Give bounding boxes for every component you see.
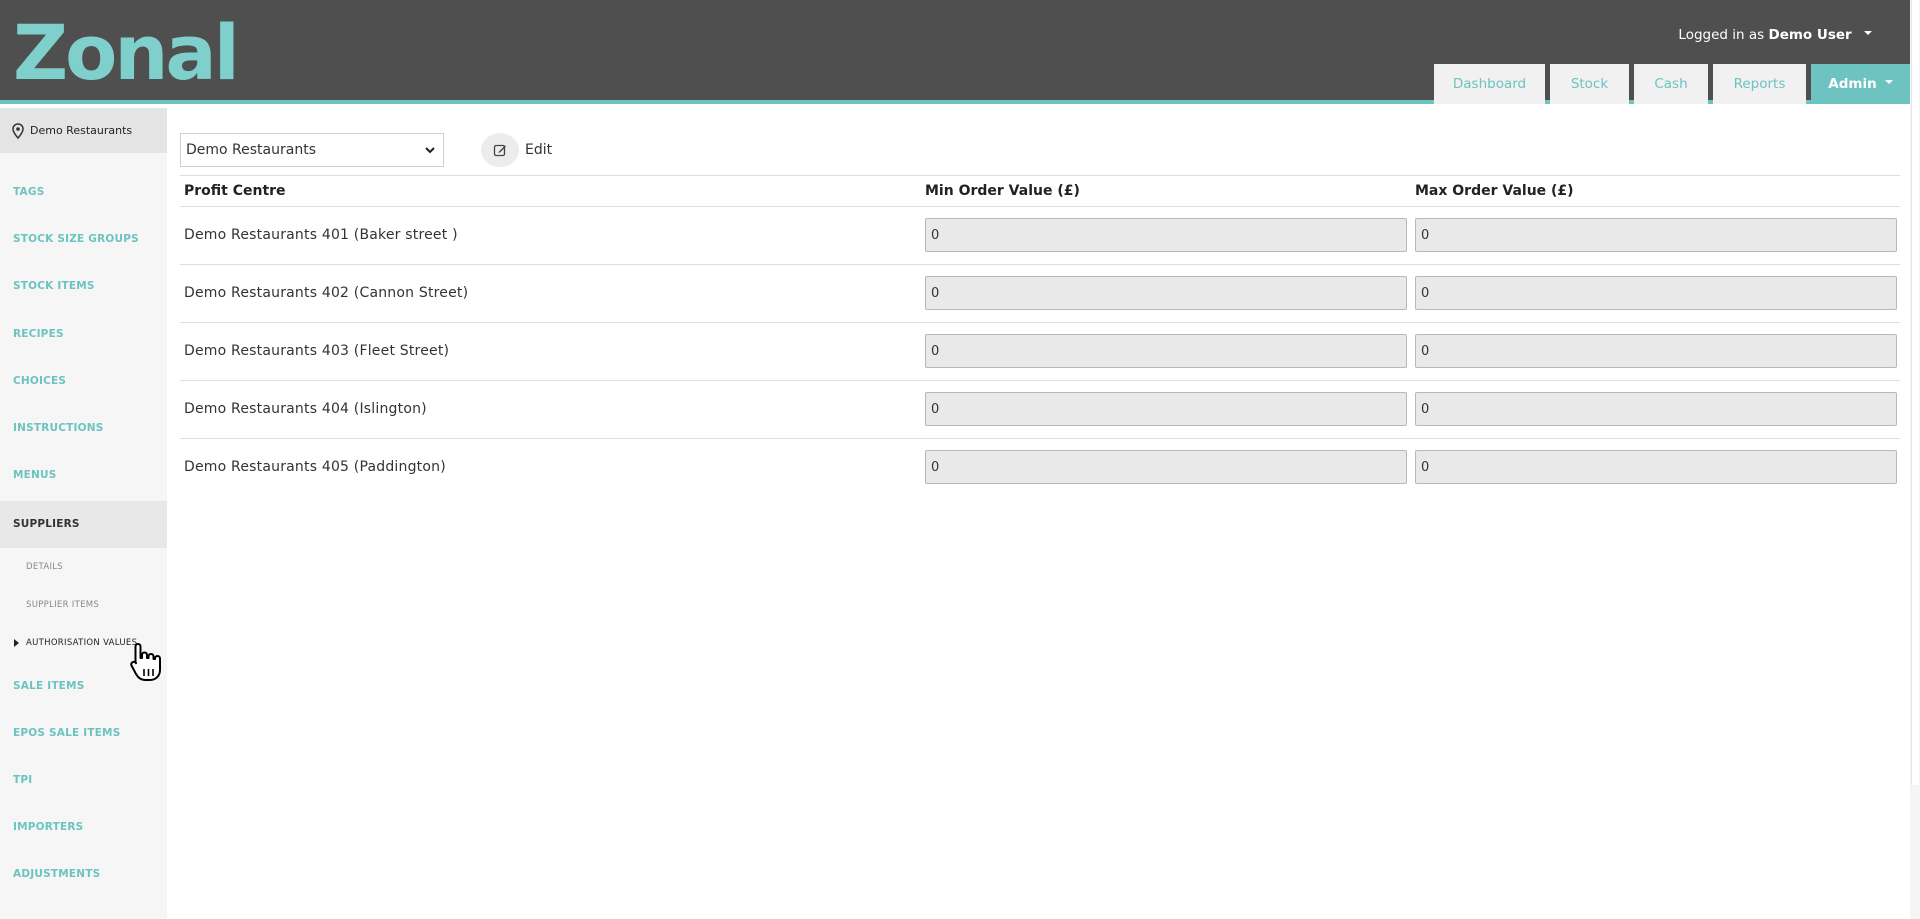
edit-icon: [481, 133, 519, 167]
max-order-input[interactable]: 0: [1415, 392, 1897, 426]
sidebar-item-menus[interactable]: MENUS: [0, 469, 167, 481]
sidebar-subitem-details[interactable]: DETAILS: [0, 562, 167, 572]
sidebar-item-recipes[interactable]: RECIPES: [0, 328, 167, 340]
sidebar-item-instructions[interactable]: INSTRUCTIONS: [0, 422, 167, 434]
table-row: Demo Restaurants 401 (Baker street ) 0 0: [180, 207, 1900, 265]
min-order-input[interactable]: 0: [925, 334, 1407, 368]
profit-centre-name: Demo Restaurants 402 (Cannon Street): [184, 285, 469, 301]
nav-admin[interactable]: Admin: [1811, 64, 1910, 104]
min-order-input[interactable]: 0: [925, 276, 1407, 310]
sidebar-item-tpi[interactable]: TPI: [0, 774, 167, 786]
nav-admin-label: Admin: [1828, 76, 1877, 92]
sidebar-item-adjustments[interactable]: ADJUSTMENTS: [0, 868, 167, 880]
user-prefix: Logged in as: [1678, 27, 1765, 43]
nav-reports[interactable]: Reports: [1713, 64, 1806, 104]
sidebar-item-epos-sale-items[interactable]: EPOS SALE ITEMS: [0, 727, 167, 739]
chevron-down-icon: [1884, 80, 1893, 84]
table-row: Demo Restaurants 402 (Cannon Street) 0 0: [180, 265, 1900, 323]
profit-centre-name: Demo Restaurants 403 (Fleet Street): [184, 343, 450, 359]
location-name: Demo Restaurants: [30, 124, 133, 137]
chevron-down-icon: [1864, 31, 1872, 35]
max-order-input[interactable]: 0: [1415, 334, 1897, 368]
sidebar-item-stock-items[interactable]: STOCK ITEMS: [0, 280, 167, 292]
max-order-input[interactable]: 0: [1415, 450, 1897, 484]
zonal-logo[interactable]: Zonal: [13, 15, 240, 91]
sidebar-item-choices[interactable]: CHOICES: [0, 375, 167, 387]
header-min-order-value: Min Order Value (£): [925, 183, 1080, 199]
sidebar-item-importers[interactable]: IMPORTERS: [0, 821, 167, 833]
page-scrollbar[interactable]: [1910, 0, 1920, 919]
min-order-input[interactable]: 0: [925, 450, 1407, 484]
sidebar-subitem-supplier-items[interactable]: SUPPLIER ITEMS: [0, 600, 167, 610]
scrollbar-thumb[interactable]: [1911, 0, 1919, 785]
user-menu[interactable]: Logged in as Demo User: [1678, 27, 1872, 43]
site-select[interactable]: Demo Restaurants: [180, 133, 444, 167]
table-row: Demo Restaurants 404 (Islington) 0 0: [180, 381, 1900, 439]
table-header: Profit Centre Min Order Value (£) Max Or…: [180, 175, 1900, 207]
header-profit-centre: Profit Centre: [184, 183, 286, 199]
header-max-order-value: Max Order Value (£): [1415, 183, 1574, 199]
hand-cursor-icon: [130, 643, 161, 681]
authorisation-table: Profit Centre Min Order Value (£) Max Or…: [180, 175, 1900, 497]
sidebar-item-suppliers[interactable]: SUPPLIERS: [0, 501, 167, 548]
profit-centre-name: Demo Restaurants 405 (Paddington): [184, 459, 446, 475]
sidebar-item-stock-size-groups[interactable]: STOCK SIZE GROUPS: [0, 233, 167, 245]
site-select-value: Demo Restaurants: [186, 142, 316, 158]
nav-stock[interactable]: Stock: [1550, 64, 1629, 104]
user-name: Demo User: [1768, 27, 1852, 43]
nav-dashboard[interactable]: Dashboard: [1434, 64, 1545, 104]
max-order-input[interactable]: 0: [1415, 276, 1897, 310]
max-order-input[interactable]: 0: [1415, 218, 1897, 252]
nav-cash[interactable]: Cash: [1634, 64, 1708, 104]
main-nav: Dashboard Stock Cash Reports Admin: [1434, 64, 1910, 104]
min-order-input[interactable]: 0: [925, 218, 1407, 252]
location-pin-icon: [12, 122, 24, 139]
table-row: Demo Restaurants 405 (Paddington) 0 0: [180, 439, 1900, 497]
chevron-down-icon: [425, 147, 435, 154]
sidebar-item-tags[interactable]: TAGS: [0, 186, 167, 198]
profit-centre-name: Demo Restaurants 401 (Baker street ): [184, 227, 458, 243]
edit-label: Edit: [525, 142, 553, 158]
min-order-input[interactable]: 0: [925, 392, 1407, 426]
table-row: Demo Restaurants 403 (Fleet Street) 0 0: [180, 323, 1900, 381]
top-header: Zonal Logged in as Demo User Dashboard S…: [0, 0, 1910, 104]
edit-button[interactable]: Edit: [481, 133, 552, 167]
profit-centre-name: Demo Restaurants 404 (Islington): [184, 401, 427, 417]
location-selector[interactable]: Demo Restaurants: [0, 108, 167, 153]
